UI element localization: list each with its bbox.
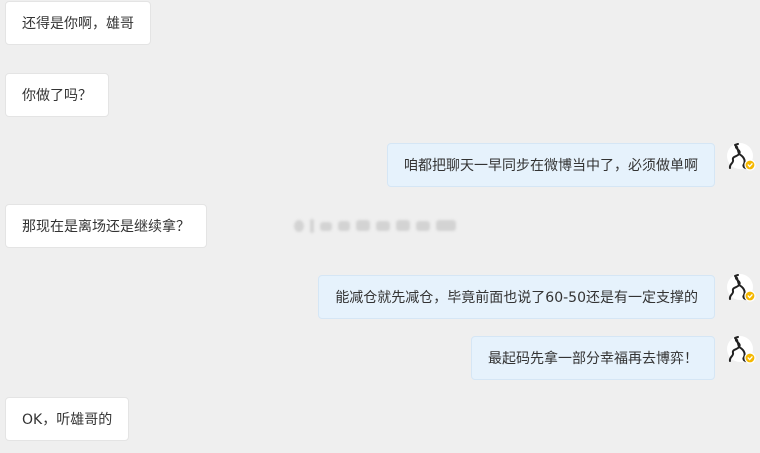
user-avatar-icon[interactable] — [726, 141, 758, 175]
user-avatar-icon[interactable] — [726, 272, 758, 306]
verified-badge-icon — [744, 352, 756, 364]
message-bubble-left-1: 还得是你啊，雄哥 — [5, 1, 151, 45]
message-bubble-right-2: 能减仓就先减仓，毕竟前面也说了60-50还是有一定支撑的 — [318, 275, 715, 319]
verified-badge-icon — [744, 159, 756, 171]
message-bubble-left-3: 那现在是离场还是继续拿？ — [5, 204, 207, 248]
message-bubble-left-4: OK，听雄哥的 — [5, 397, 130, 441]
message-bubble-left-2: 你做了吗？ — [5, 73, 109, 117]
verified-badge-icon — [744, 290, 756, 302]
message-bubble-right-3: 最起码先拿一部分幸福再去博弈！ — [471, 336, 715, 380]
user-avatar-icon[interactable] — [726, 334, 758, 368]
blurred-watermark — [294, 219, 456, 233]
message-bubble-right-1: 咱都把聊天一早同步在微博当中了，必须做单啊 — [387, 143, 715, 187]
